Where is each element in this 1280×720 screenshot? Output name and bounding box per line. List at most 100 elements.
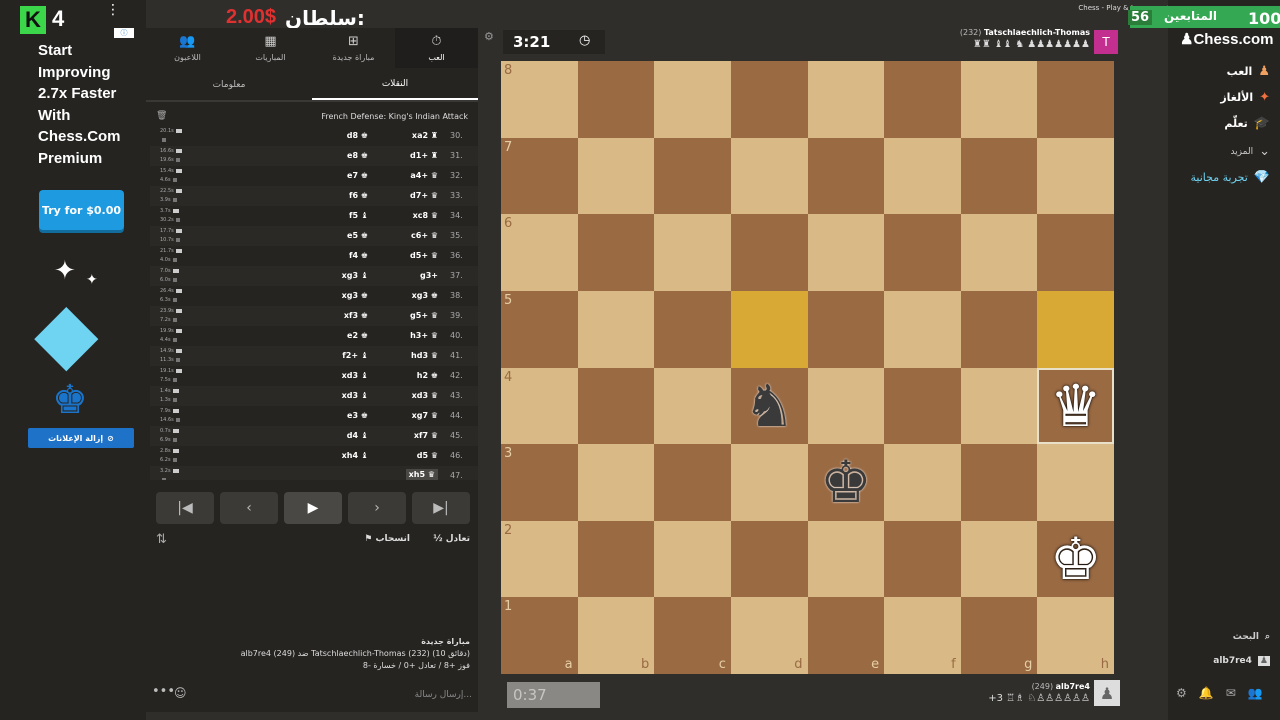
sidebar-item-more[interactable]: المزيد ⌄ [1230,144,1270,159]
square-c5[interactable] [654,290,731,368]
square-h7[interactable] [1037,137,1114,215]
black-move[interactable]: f5 ♝ [349,211,368,220]
square-f7[interactable] [884,137,961,215]
chat-input[interactable]: إرسال رسالة... [415,690,472,700]
square-c6[interactable] [654,214,731,291]
square-c3[interactable] [654,444,731,521]
bottom-player-name[interactable]: alb7re4 [1056,682,1090,691]
white-piece-icon[interactable]: ♛ [1037,368,1114,445]
square-h5[interactable] [1037,290,1114,368]
white-move[interactable]: d5 ♛ [417,451,438,460]
black-piece-icon[interactable]: ♚ [808,444,885,521]
square-e3[interactable]: ♚ [807,444,885,521]
tab-games[interactable]: ▦ المباريات [229,28,312,68]
chess-board[interactable]: 8 7 6 5 4 ♞ ♛ 3 ♚ 2 ♚ 1 a b c d e f g h [501,61,1114,674]
black-move[interactable]: xg3 ♝ [342,271,368,280]
black-move[interactable]: e5 ♚ [347,231,368,240]
square-b1[interactable]: b [577,597,655,674]
square-e8[interactable] [807,61,885,138]
square-g1[interactable]: g [960,597,1038,674]
square-g8[interactable] [960,61,1038,138]
white-move[interactable]: d7+ ♛ [410,191,438,200]
prev-move-button[interactable]: ‹ [220,492,278,524]
black-move[interactable]: xd3 ♝ [342,371,368,380]
avatar[interactable]: T [1094,30,1118,54]
square-e5[interactable] [807,290,885,368]
tab-players[interactable]: 👥 اللاعبون [146,28,229,68]
square-d2[interactable] [730,520,808,598]
black-move[interactable]: e7 ♚ [347,171,368,180]
square-b6[interactable] [577,214,655,291]
square-b2[interactable] [577,520,655,598]
square-a7[interactable]: 7 [501,137,578,215]
sidebar-item-learn[interactable]: تعلّم 🎓 [1224,116,1270,131]
avatar[interactable]: ♟ [1094,680,1120,706]
square-a8[interactable]: 8 [501,61,578,138]
square-b7[interactable] [577,137,655,215]
white-move[interactable]: xg7 ♛ [412,411,438,420]
white-move[interactable]: hd3 ♛ [411,351,438,360]
black-move[interactable]: xg3 ♚ [342,291,368,300]
white-piece-icon[interactable]: ♚ [1037,521,1114,598]
mail-icon[interactable]: ✉ [1226,686,1236,700]
more-icon[interactable]: ••• [152,684,175,699]
square-d3[interactable] [730,444,808,521]
square-f2[interactable] [884,520,961,598]
black-move[interactable]: e3 ♚ [347,411,368,420]
square-e4[interactable] [807,367,885,445]
black-move[interactable]: d4 ♝ [347,431,368,440]
white-move[interactable]: xd3 ♛ [412,391,438,400]
square-h3[interactable] [1037,444,1114,521]
remove-ads-button[interactable]: إزالة الإعلانات ⊘ [28,428,134,448]
tab-play[interactable]: ⏱ العب [395,28,478,68]
white-move[interactable]: h3+ ♛ [410,331,438,340]
square-g3[interactable] [960,444,1038,521]
resign-button[interactable]: ⚑ انسحاب [364,534,410,544]
square-h4[interactable]: ♛ [1037,367,1114,445]
square-c4[interactable] [654,367,731,445]
square-b4[interactable] [577,367,655,445]
play-button[interactable]: ▶ [284,492,342,524]
square-b5[interactable] [577,290,655,368]
white-move[interactable]: d5+ ♛ [410,251,438,260]
square-b3[interactable] [577,444,655,521]
ad-choices-icon[interactable]: ⓘ [114,28,134,38]
square-c7[interactable] [654,137,731,215]
black-move[interactable]: d8 ♚ [347,131,368,140]
white-move[interactable]: h2 ♚ [417,371,438,380]
square-f4[interactable] [884,367,961,445]
emoji-icon[interactable]: ☺ [174,686,187,700]
square-g7[interactable] [960,137,1038,215]
square-h1[interactable]: h [1037,597,1114,674]
first-move-button[interactable]: |◀ [156,492,214,524]
sidebar-item-puzzles[interactable]: الألغاز ✦ [1220,90,1270,105]
black-move[interactable]: e8 ♚ [347,151,368,160]
friends-icon[interactable]: 👥 [1248,686,1263,700]
square-a6[interactable]: 6 [501,214,578,291]
square-d5[interactable] [730,290,808,368]
square-b8[interactable] [577,61,655,138]
square-d1[interactable]: d [730,597,808,674]
square-g5[interactable] [960,290,1038,368]
sidebar-item-user[interactable]: alb7re4 ♟ [1213,656,1270,666]
square-g2[interactable] [960,520,1038,598]
white-move[interactable]: xh5 ♛ [405,469,438,480]
square-d7[interactable] [730,137,808,215]
draw-button[interactable]: ½ تعادل [433,534,470,544]
square-e7[interactable] [807,137,885,215]
square-a5[interactable]: 5 [501,290,578,368]
square-c1[interactable]: c [654,597,731,674]
black-move[interactable]: xf3 ♚ [344,311,368,320]
tab-new-game[interactable]: ⊞ مباراة جديدة [312,28,395,68]
black-move[interactable]: f2+ ♝ [342,351,368,360]
square-a4[interactable]: 4 [501,367,578,445]
square-a1[interactable]: 1a [501,597,578,674]
sidebar-item-play[interactable]: العب ♟ [1227,64,1270,79]
square-d6[interactable] [730,214,808,291]
square-f8[interactable] [884,61,961,138]
square-h8[interactable] [1037,61,1114,138]
bell-icon[interactable]: 🔔 [1199,686,1214,700]
white-move[interactable]: xf7 ♛ [414,431,438,440]
gear-icon[interactable]: ⚙ [484,30,494,43]
tab-info[interactable]: معلومات [146,70,312,100]
